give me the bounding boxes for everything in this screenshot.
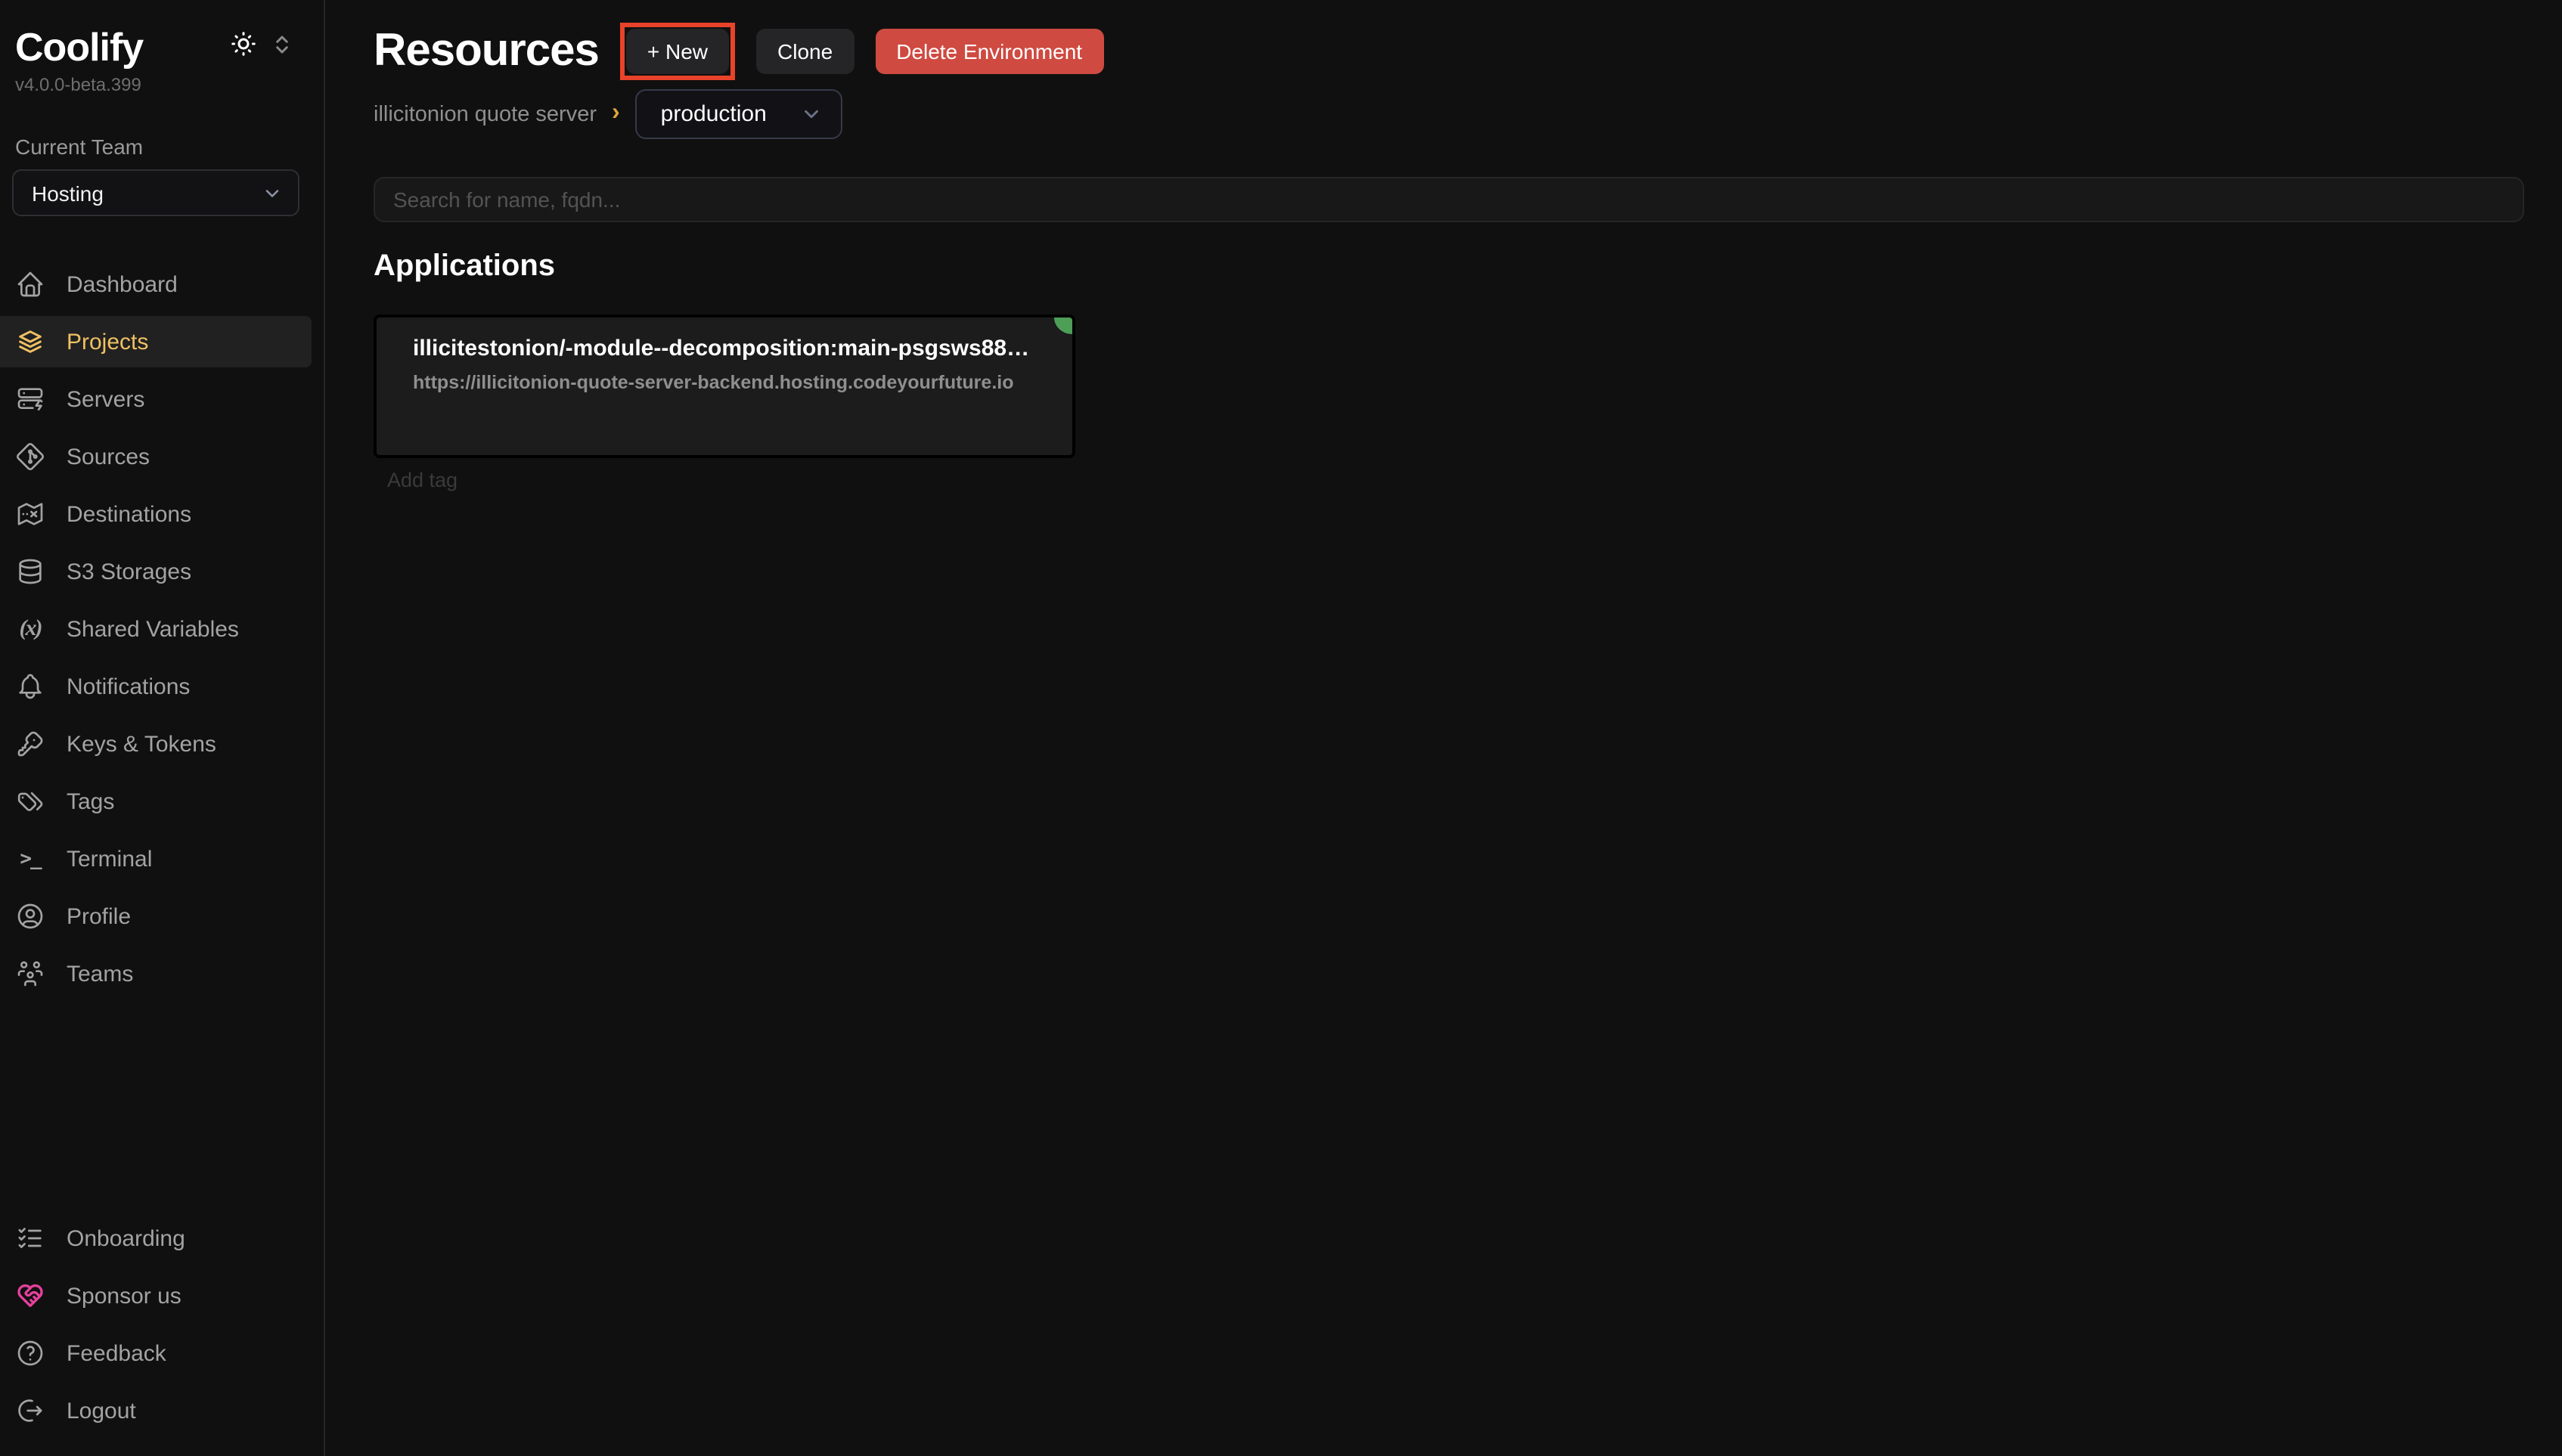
key-icon — [15, 729, 45, 759]
sidebar-item-label: Onboarding — [67, 1225, 185, 1251]
sidebar-item-destinations[interactable]: Destinations — [0, 488, 312, 540]
sidebar-item-servers[interactable]: Servers — [0, 373, 312, 425]
coolify-app: Coolify v4.0.0-beta.399 Current Team Hos… — [0, 0, 2562, 1456]
terminal-icon: >_ — [15, 844, 45, 874]
theme-toggle-sun-icon[interactable] — [230, 30, 257, 57]
new-button[interactable]: + New — [626, 29, 729, 74]
sidebar-item-label: Profile — [67, 903, 131, 929]
help-circle-icon — [15, 1338, 45, 1368]
sidebar-item-notifications[interactable]: Notifications — [0, 661, 312, 712]
sidebar-item-label: Sponsor us — [67, 1283, 181, 1309]
application-card[interactable]: illicitestonion/-module--decomposition:m… — [374, 314, 1075, 458]
chevron-up-down-icon[interactable] — [271, 33, 293, 56]
page-header: Resources + New Clone Delete Environment — [374, 23, 1103, 80]
sidebar-item-label: Feedback — [67, 1340, 166, 1366]
sidebar-item-feedback[interactable]: Feedback — [0, 1327, 312, 1379]
add-tag-input[interactable]: Add tag — [387, 469, 458, 491]
search-input[interactable] — [374, 177, 2524, 222]
sidebar-item-label: Dashboard — [67, 271, 178, 297]
sidebar-item-label: S3 Storages — [67, 559, 191, 584]
git-icon — [15, 441, 45, 472]
map-icon — [15, 499, 45, 529]
applications-heading: Applications — [374, 249, 555, 284]
page-title: Resources — [374, 26, 599, 77]
breadcrumb: illicitonion quote server › production — [374, 89, 842, 139]
sidebar-item-label: Destinations — [67, 501, 191, 527]
status-running-indicator — [1054, 318, 1072, 334]
database-icon — [15, 556, 45, 587]
sidebar-item-sponsor-us[interactable]: Sponsor us — [0, 1270, 312, 1321]
chevron-down-icon — [800, 103, 823, 125]
bell-icon — [15, 671, 45, 702]
variables-icon: (x) — [15, 614, 45, 644]
current-team-label: Current Team — [15, 135, 143, 159]
application-title: illicitestonion/-module--decomposition:m… — [413, 336, 1036, 361]
app-version: v4.0.0-beta.399 — [15, 74, 141, 95]
user-circle-icon — [15, 901, 45, 931]
chevron-right-icon: › — [612, 101, 620, 128]
environment-select-value: production — [661, 101, 767, 127]
sidebar-item-label: Servers — [67, 386, 144, 412]
sidebar-item-label: Sources — [67, 444, 150, 469]
sidebar-item-onboarding[interactable]: Onboarding — [0, 1213, 312, 1264]
sidebar-item-teams[interactable]: Teams — [0, 948, 312, 999]
sidebar: Coolify v4.0.0-beta.399 Current Team Hos… — [0, 0, 325, 1456]
sidebar-item-label: Shared Variables — [67, 616, 239, 642]
checklist-icon — [15, 1223, 45, 1253]
sidebar-item-shared-variables[interactable]: (x) Shared Variables — [0, 603, 312, 655]
layers-icon — [15, 327, 45, 357]
sidebar-item-label: Terminal — [67, 846, 152, 872]
sidebar-footer-nav: Onboarding Sponsor us Feedback Logout — [0, 1213, 312, 1442]
sidebar-item-label: Logout — [67, 1398, 136, 1423]
sidebar-item-label: Teams — [67, 961, 133, 987]
sidebar-item-profile[interactable]: Profile — [0, 891, 312, 942]
team-select-value: Hosting — [32, 181, 104, 205]
app-logo[interactable]: Coolify — [15, 24, 143, 71]
breadcrumb-project-link[interactable]: illicitonion quote server — [374, 102, 597, 126]
sidebar-item-terminal[interactable]: >_ Terminal — [0, 833, 312, 884]
environment-select[interactable]: production — [635, 89, 842, 139]
sidebar-nav: Dashboard Projects Servers Sources Desti… — [0, 259, 312, 1005]
main-content: Resources + New Clone Delete Environment… — [325, 0, 2562, 1456]
server-icon — [15, 384, 45, 414]
team-select[interactable]: Hosting — [12, 169, 299, 216]
clone-button[interactable]: Clone — [756, 29, 854, 74]
screen: Coolify v4.0.0-beta.399 Current Team Hos… — [0, 0, 2562, 1456]
delete-environment-button[interactable]: Delete Environment — [875, 29, 1103, 74]
sidebar-item-projects[interactable]: Projects — [0, 316, 312, 367]
sidebar-item-label: Projects — [67, 329, 148, 355]
highlight-box: + New — [620, 23, 735, 80]
sidebar-item-logout[interactable]: Logout — [0, 1385, 312, 1436]
sidebar-item-label: Keys & Tokens — [67, 731, 216, 757]
users-group-icon — [15, 959, 45, 989]
home-icon — [15, 269, 45, 299]
sidebar-item-dashboard[interactable]: Dashboard — [0, 259, 312, 310]
sidebar-item-label: Tags — [67, 788, 114, 814]
sidebar-item-tags[interactable]: Tags — [0, 776, 312, 827]
sidebar-item-keys-tokens[interactable]: Keys & Tokens — [0, 718, 312, 770]
application-url: https://illicitonion-quote-server-backen… — [413, 372, 1036, 393]
tags-icon — [15, 786, 45, 816]
logout-icon — [15, 1396, 45, 1426]
sidebar-item-label: Notifications — [67, 674, 190, 699]
heart-handshake-icon — [15, 1281, 45, 1311]
sidebar-item-s3-storages[interactable]: S3 Storages — [0, 546, 312, 597]
sidebar-item-sources[interactable]: Sources — [0, 431, 312, 482]
chevron-down-icon — [262, 182, 283, 203]
